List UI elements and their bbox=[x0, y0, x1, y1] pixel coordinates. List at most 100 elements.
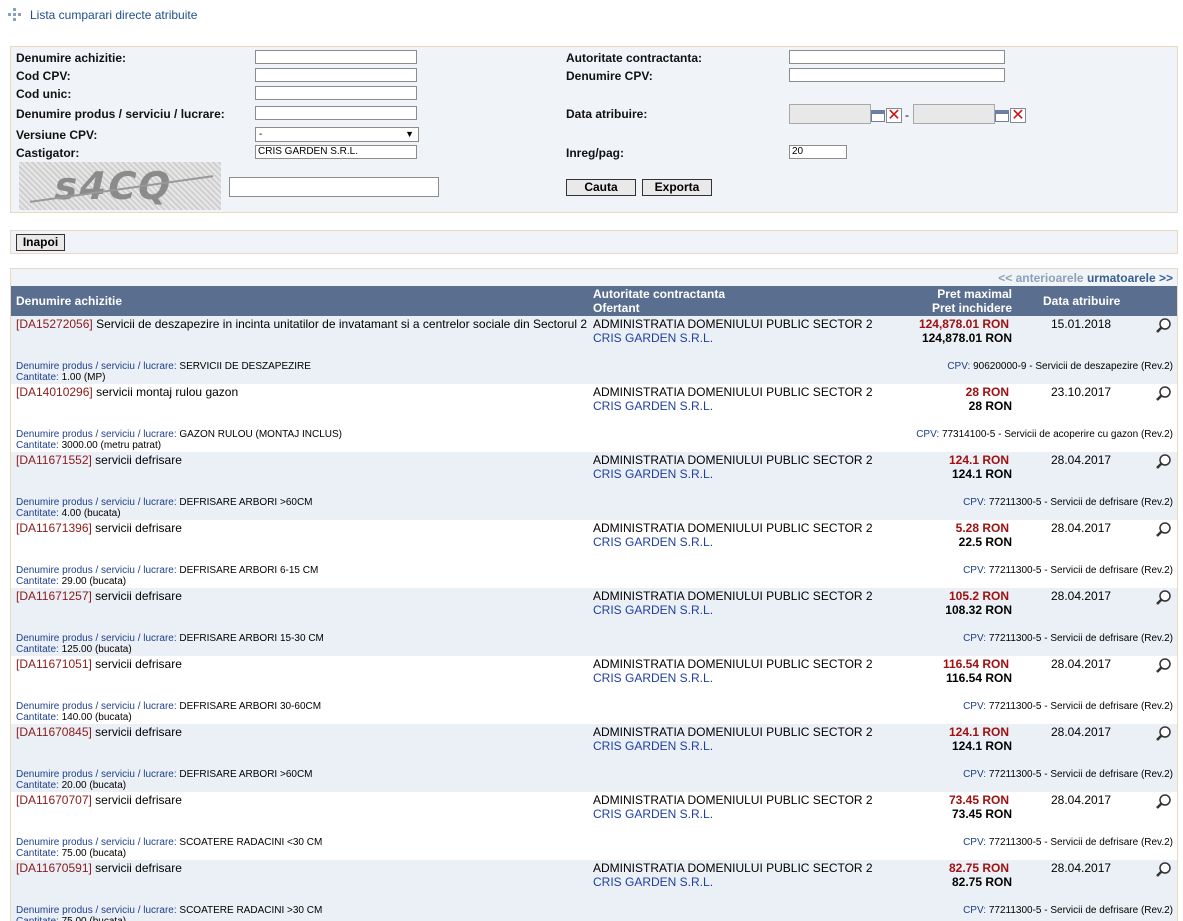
date-from-input[interactable] bbox=[789, 104, 871, 124]
back-button[interactable]: Inapoi bbox=[16, 234, 65, 251]
authority-name: ADMINISTRATIA DOMENIULUI PUBLIC SECTOR 2 bbox=[593, 317, 873, 331]
authority-name: ADMINISTRATIA DOMENIULUI PUBLIC SECTOR 2 bbox=[593, 521, 873, 535]
clear-date-icon[interactable]: ✕ bbox=[1010, 108, 1026, 124]
close-price: 124.1 RON bbox=[951, 467, 1012, 481]
product-detail-value: SERVICII DE DESZAPEZIRE bbox=[179, 361, 311, 372]
acquisition-code[interactable]: [DA11670845] bbox=[16, 725, 92, 739]
denumire-produs-input[interactable] bbox=[255, 106, 417, 120]
calendar-icon[interactable] bbox=[995, 110, 1009, 122]
product-detail: Denumire produs / serviciu / lucrare: SC… bbox=[16, 837, 322, 848]
quantity-label: Cantitate: bbox=[16, 372, 59, 383]
acquisition-code[interactable]: [DA11670591] bbox=[16, 861, 92, 875]
winner-name: CRIS GARDEN S.R.L. bbox=[593, 875, 714, 889]
autoritate-input[interactable] bbox=[789, 50, 1005, 64]
date-range-separator: - bbox=[905, 108, 909, 122]
product-detail-label: Denumire produs / serviciu / lucrare: bbox=[16, 497, 177, 508]
quantity: Cantitate: 1.00 (MP) bbox=[16, 372, 106, 383]
authority-cell: ADMINISTRATIA DOMENIULUI PUBLIC SECTOR 2… bbox=[593, 385, 873, 413]
quantity-label: Cantitate: bbox=[16, 508, 59, 519]
acquisition-code[interactable]: [DA15272056] bbox=[16, 317, 93, 331]
max-price: 116.54 RON bbox=[942, 657, 1009, 671]
versiune-cpv-value: - bbox=[259, 129, 263, 140]
winner-name: CRIS GARDEN S.R.L. bbox=[593, 399, 714, 413]
denumire-achizitie-input[interactable] bbox=[255, 50, 417, 64]
product-detail-value: GAZON RULOU (MONTAJ INCLUS) bbox=[179, 429, 343, 440]
magnifier-icon[interactable] bbox=[1155, 862, 1173, 878]
cpv-value: 77211300-5 - Servicii de defrisare (Rev.… bbox=[988, 497, 1173, 508]
product-detail-label: Denumire produs / serviciu / lucrare: bbox=[16, 565, 177, 576]
search-button[interactable]: Cauta bbox=[566, 179, 636, 196]
versiune-cpv-select[interactable]: - ▼ bbox=[255, 127, 419, 142]
close-price: 22.5 RON bbox=[958, 535, 1012, 549]
winner-name: CRIS GARDEN S.R.L. bbox=[593, 535, 714, 549]
close-price: 82.75 RON bbox=[951, 875, 1012, 889]
magnifier-icon[interactable] bbox=[1155, 522, 1173, 538]
cpv-info: CPV: 77314100-5 - Servicii de acoperire … bbox=[916, 429, 1173, 440]
product-detail: Denumire produs / serviciu / lucrare: SE… bbox=[16, 361, 311, 372]
cod-cpv-input[interactable] bbox=[255, 68, 417, 82]
cpv-info: CPV: 77211300-5 - Servicii de defrisare … bbox=[963, 565, 1173, 576]
cod-unic-input[interactable] bbox=[255, 86, 417, 100]
magnifier-icon[interactable] bbox=[1155, 794, 1173, 810]
inreg-pag-input[interactable]: 20 bbox=[789, 145, 847, 159]
max-price: 124.1 RON bbox=[948, 725, 1009, 739]
cpv-value: 90620000-9 - Servicii de deszapezire (Re… bbox=[973, 361, 1173, 372]
quantity-value: 3000.00 (metru patrat) bbox=[61, 440, 162, 451]
close-price: 124.1 RON bbox=[951, 739, 1012, 753]
magnifier-icon[interactable] bbox=[1155, 386, 1173, 402]
acquisition-code[interactable]: [DA11671396] bbox=[16, 521, 92, 535]
acquisition-code[interactable]: [DA11671552] bbox=[16, 453, 92, 467]
magnifier-icon[interactable] bbox=[1155, 658, 1173, 674]
quantity-label: Cantitate: bbox=[16, 848, 59, 859]
authority-cell: ADMINISTRATIA DOMENIULUI PUBLIC SECTOR 2… bbox=[593, 589, 873, 617]
acquisition-name-cell: [DA14010296] servicii montaj rulou gazon bbox=[16, 385, 596, 399]
magnifier-icon[interactable] bbox=[1155, 590, 1173, 606]
magnifier-icon[interactable] bbox=[1155, 726, 1173, 742]
next-page-link[interactable]: urmatoarele >> bbox=[1087, 271, 1173, 285]
close-price: 73.45 RON bbox=[951, 807, 1012, 821]
acquisition-code[interactable]: [DA11670707] bbox=[16, 793, 92, 807]
acquisition-code[interactable]: [DA14010296] bbox=[16, 385, 93, 399]
page-header: Lista cumparari directe atribuite bbox=[8, 6, 197, 24]
quantity: Cantitate: 20.00 (bucata) bbox=[16, 780, 126, 791]
magnifier-icon[interactable] bbox=[1155, 318, 1173, 334]
max-price: 82.75 RON bbox=[948, 861, 1009, 875]
table-row: [DA11671396] servicii defrisare ADMINISTR… bbox=[11, 520, 1177, 588]
data-atribuire-label: Data atribuire: bbox=[566, 107, 648, 121]
date-to-input[interactable] bbox=[913, 104, 995, 124]
table-row: [DA14010296] servicii montaj rulou gazon… bbox=[11, 384, 1177, 452]
max-price: 5.28 RON bbox=[955, 521, 1009, 535]
acquisition-code[interactable]: [DA11671051] bbox=[16, 657, 92, 671]
acquisition-code[interactable]: [DA11671257] bbox=[16, 589, 92, 603]
calendar-icon[interactable] bbox=[871, 110, 885, 122]
cpv-info: CPV: 90620000-9 - Servicii de deszapezir… bbox=[947, 361, 1173, 372]
prev-page-link[interactable]: << anterioarele bbox=[998, 271, 1083, 285]
export-button[interactable]: Exporta bbox=[642, 179, 712, 196]
col-header-name: Denumire achizitie bbox=[16, 294, 123, 308]
acquisition-name: servicii montaj rulou gazon bbox=[92, 385, 239, 399]
authority-cell: ADMINISTRATIA DOMENIULUI PUBLIC SECTOR 2… bbox=[593, 657, 873, 685]
castigator-input[interactable]: CRIS GARDEN S.R.L. bbox=[255, 145, 417, 159]
captcha-input[interactable] bbox=[229, 177, 439, 197]
denumire-cpv-input[interactable] bbox=[789, 68, 1005, 82]
award-date: 28.04.2017 bbox=[1051, 657, 1112, 671]
close-price: 108.32 RON bbox=[945, 603, 1012, 617]
max-price: 28 RON bbox=[965, 385, 1009, 399]
max-price: 124,878.01 RON bbox=[918, 317, 1009, 331]
quantity-value: 4.00 (bucata) bbox=[61, 508, 121, 519]
cpv-info: CPV: 77211300-5 - Servicii de defrisare … bbox=[963, 701, 1173, 712]
product-detail-label: Denumire produs / serviciu / lucrare: bbox=[16, 633, 177, 644]
close-price: 124,878.01 RON bbox=[921, 331, 1012, 345]
denumire-produs-label: Denumire produs / serviciu / lucrare: bbox=[16, 107, 225, 121]
clear-date-icon[interactable]: ✕ bbox=[886, 108, 902, 124]
cpv-value: 77211300-5 - Servicii de defrisare (Rev.… bbox=[988, 905, 1173, 916]
table-row: [DA11671051] servicii defrisare ADMINISTR… bbox=[11, 656, 1177, 724]
magnifier-icon[interactable] bbox=[1155, 454, 1173, 470]
cpv-label: CPV: bbox=[947, 361, 971, 372]
acquisition-name: servicii defrisare bbox=[91, 793, 182, 807]
authority-name: ADMINISTRATIA DOMENIULUI PUBLIC SECTOR 2 bbox=[593, 793, 873, 807]
award-date: 28.04.2017 bbox=[1051, 725, 1112, 739]
cpv-label: CPV: bbox=[963, 837, 987, 848]
authority-cell: ADMINISTRATIA DOMENIULUI PUBLIC SECTOR 2… bbox=[593, 861, 873, 889]
acquisition-name-cell: [DA11670845] servicii defrisare bbox=[16, 725, 596, 739]
